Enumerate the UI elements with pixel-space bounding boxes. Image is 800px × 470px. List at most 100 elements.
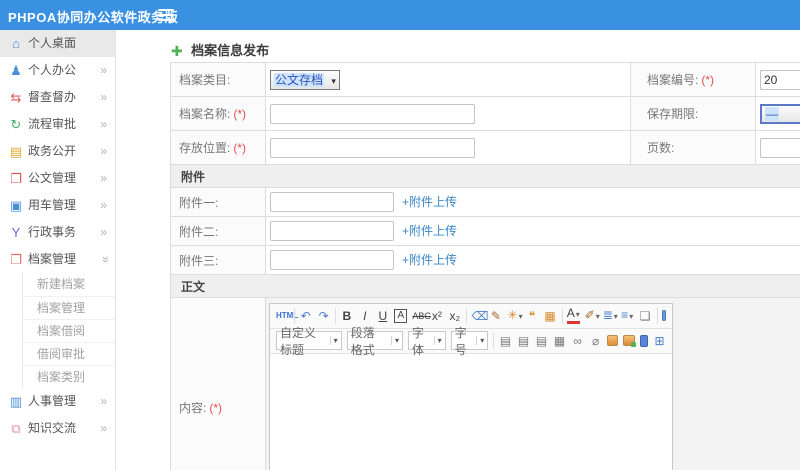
attachment3-upload-link[interactable]: +附件上传 bbox=[402, 253, 457, 267]
pages-input[interactable] bbox=[760, 137, 800, 158]
highlight-pen-icon[interactable]: ✐▾ bbox=[585, 306, 600, 326]
editor-toolbar-row2: 自定义标题 ▾ 段落格式 ▾ 字体 ▾ 字号 ▾ ▤ ▤ ▤ ▦ ∞ ⌀ ⊞ bbox=[270, 326, 672, 357]
font-family-combo[interactable]: 字体 ▾ bbox=[408, 326, 446, 357]
submenu-item-new-archive[interactable]: 新建档案 bbox=[23, 273, 115, 296]
link-icon[interactable]: ∞ bbox=[571, 332, 584, 350]
pages-label: 页数: bbox=[630, 130, 756, 165]
chevron-right-icon: » bbox=[100, 117, 107, 131]
ordered-list-button[interactable]: ≣▾ bbox=[603, 306, 618, 326]
category-selected-value: 公文存档 bbox=[274, 72, 325, 87]
home-icon: ⌂ bbox=[12, 36, 20, 51]
blockquote-icon[interactable]: ❝ bbox=[526, 307, 539, 325]
sidebar-item-label: 用车管理 bbox=[28, 198, 77, 212]
sidebar-item-label: 流程审批 bbox=[28, 117, 77, 131]
font-border-button[interactable]: A bbox=[394, 308, 408, 323]
table-row: 存放位置: (*) 页数: bbox=[170, 130, 800, 165]
fullscreen-icon[interactable] bbox=[661, 310, 666, 321]
insert-media-icon[interactable] bbox=[639, 334, 648, 347]
subscript-button[interactable]: x₂ bbox=[448, 307, 461, 325]
sidebar-item-personal-desktop[interactable]: ⌂ 个人桌面 bbox=[0, 30, 115, 57]
format-brush-icon[interactable]: ✎ bbox=[490, 307, 503, 325]
chevron-right-icon: » bbox=[100, 394, 107, 408]
underline-button[interactable]: U bbox=[376, 307, 389, 325]
sidebar-item-workflow-approval[interactable]: ↻ 流程审批 » bbox=[0, 111, 115, 138]
page-title-text: 档案信息发布 bbox=[191, 42, 270, 58]
page-break-icon[interactable]: ❏ bbox=[639, 307, 652, 325]
html-source-button[interactable]: HTML bbox=[276, 307, 298, 325]
hamburger-menu-icon[interactable] bbox=[158, 9, 174, 21]
submenu-item-borrow-approval[interactable]: 借阅审批 bbox=[23, 342, 115, 365]
number-input[interactable] bbox=[760, 69, 800, 90]
submenu-item-archive-borrow[interactable]: 档案借阅 bbox=[23, 319, 115, 342]
attachment2-input[interactable] bbox=[270, 221, 394, 241]
sidebar-item-label: 个人办公 bbox=[28, 63, 77, 77]
location-label: 存放位置: (*) bbox=[170, 130, 266, 165]
sidebar-item-gov-disclosure[interactable]: ▤ 政务公开 » bbox=[0, 138, 115, 165]
sidebar-item-label: 公文管理 bbox=[28, 171, 77, 185]
attachment1-input[interactable] bbox=[270, 192, 394, 212]
font-size-combo[interactable]: 字号 ▾ bbox=[450, 326, 489, 357]
eraser-icon[interactable]: ⌫ bbox=[472, 307, 489, 325]
align-left-button[interactable]: ▤ bbox=[499, 332, 512, 350]
period-select[interactable]: — bbox=[760, 103, 800, 124]
align-right-button[interactable]: ▤ bbox=[535, 332, 548, 350]
align-center-button[interactable]: ▤ bbox=[517, 332, 530, 350]
attachment2-upload-link[interactable]: +附件上传 bbox=[402, 224, 457, 238]
justify-button[interactable]: ▦ bbox=[553, 332, 566, 350]
upload-image-icon[interactable] bbox=[623, 335, 637, 347]
submenu-item-archive-mgmt[interactable]: 档案管理 bbox=[23, 296, 115, 319]
insert-table-icon[interactable]: ⊞ bbox=[653, 332, 666, 350]
category-select[interactable]: 公文存档 ▾ bbox=[270, 69, 340, 90]
redo-icon[interactable]: ↷ bbox=[317, 307, 330, 325]
sidebar-item-knowledge-exchange[interactable]: ⧉ 知识交流 » bbox=[0, 415, 115, 442]
sidebar-item-label: 督查督办 bbox=[28, 90, 77, 104]
period-selected-value: — bbox=[765, 106, 779, 121]
sidebar-item-label: 行政事务 bbox=[28, 225, 77, 239]
sidebar-item-archive-mgmt[interactable]: ❐ 档案管理 » bbox=[0, 246, 115, 273]
table-row: 附件二: +附件上传 bbox=[170, 216, 800, 246]
table-row: 档案名称: (*) 保存期限: — bbox=[170, 96, 800, 131]
sidebar-item-hr-mgmt[interactable]: ▥ 人事管理 » bbox=[0, 388, 115, 415]
submenu-item-archive-category[interactable]: 档案类别 bbox=[23, 365, 115, 388]
font-color-button[interactable]: A▾ bbox=[566, 307, 580, 324]
paragraph-format-combo[interactable]: 段落格式 ▾ bbox=[346, 326, 404, 357]
table-row: 附件三: +附件上传 bbox=[170, 245, 800, 275]
user-icon: ♟ bbox=[10, 63, 22, 78]
sidebar-item-supervision[interactable]: ⇆ 督查督办 » bbox=[0, 84, 115, 111]
date-icon[interactable]: ▦ bbox=[544, 307, 557, 325]
sidebar-item-official-docs[interactable]: ❐ 公文管理 » bbox=[0, 165, 115, 192]
sidebar-item-admin-affairs[interactable]: Y 行政事务 » bbox=[0, 219, 115, 246]
unordered-list-button[interactable]: ≡▾ bbox=[621, 306, 634, 326]
attachment1-upload-link[interactable]: +附件上传 bbox=[402, 195, 457, 209]
category-label: 档案类目: bbox=[170, 62, 266, 97]
attachment3-input[interactable] bbox=[270, 250, 394, 270]
editor-content-area[interactable] bbox=[270, 353, 672, 470]
italic-button[interactable]: I bbox=[358, 307, 371, 325]
table-row: 附件一: +附件上传 bbox=[170, 187, 800, 217]
funnel-icon: Y bbox=[11, 225, 21, 240]
chevron-right-icon: » bbox=[100, 171, 107, 185]
rich-text-editor: HTML ↶ ↷ B I U A ABC x² x₂ ⌫ ✎ ✳▾ ❝ ▦ A▾… bbox=[269, 302, 673, 470]
strikethrough-button[interactable]: ABC bbox=[412, 307, 431, 325]
attachment2-label: 附件二: bbox=[170, 216, 266, 246]
sidebar-item-personal-office[interactable]: ♟ 个人办公 » bbox=[0, 57, 115, 84]
app-logo: PHPOA协同办公软件政务版 bbox=[8, 10, 179, 25]
autotypeset-icon[interactable]: ✳▾ bbox=[508, 306, 523, 326]
archive-submenu: 新建档案 档案管理 档案借阅 借阅审批 档案类别 bbox=[22, 273, 115, 388]
unlink-icon[interactable]: ⌀ bbox=[589, 332, 602, 350]
number-label: 档案编号: (*) bbox=[630, 62, 756, 97]
undo-icon[interactable]: ↶ bbox=[299, 307, 312, 325]
bold-button[interactable]: B bbox=[340, 307, 353, 325]
location-input[interactable] bbox=[270, 137, 475, 158]
table-row: 内容: (*) HTML ↶ ↷ B I U A ABC x² x₂ ⌫ ✎ ✳… bbox=[170, 297, 800, 470]
car-icon: ▣ bbox=[9, 198, 23, 213]
superscript-button[interactable]: x² bbox=[430, 307, 443, 325]
name-input[interactable] bbox=[270, 103, 475, 124]
insert-image-icon[interactable] bbox=[607, 335, 619, 346]
table-row: 档案类目: 公文存档 ▾ 档案编号: (*) bbox=[170, 62, 800, 97]
body-section-header: 正文 bbox=[170, 274, 800, 298]
refresh-icon: ↻ bbox=[10, 117, 22, 132]
period-label: 保存期限: bbox=[630, 96, 756, 131]
sidebar-item-vehicle-mgmt[interactable]: ▣ 用车管理 » bbox=[0, 192, 115, 219]
custom-title-combo[interactable]: 自定义标题 ▾ bbox=[276, 326, 342, 357]
